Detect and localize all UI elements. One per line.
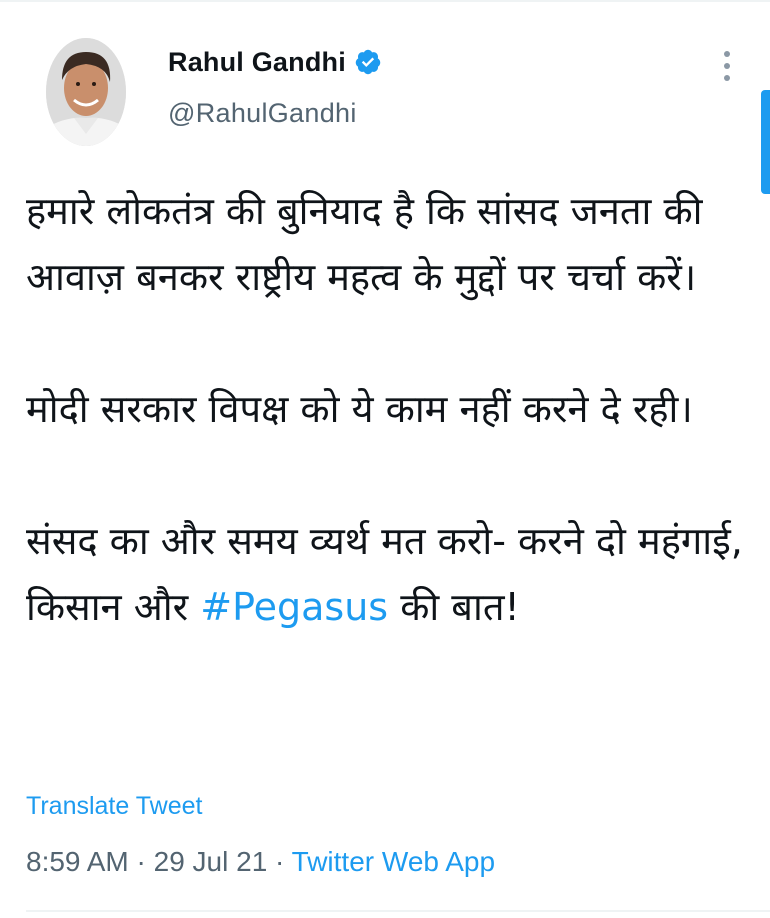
tweet-paragraph: हमारे लोकतंत्र की बुनियाद है कि सांसद जन… xyxy=(26,189,703,299)
author-handle[interactable]: @RahulGandhi xyxy=(168,98,382,129)
top-divider xyxy=(0,0,770,2)
translate-tweet-link[interactable]: Translate Tweet xyxy=(26,792,202,821)
bottom-divider xyxy=(26,910,770,912)
more-options-icon[interactable] xyxy=(712,46,742,86)
hashtag-link[interactable]: #Pegasus xyxy=(200,585,388,629)
avatar[interactable] xyxy=(46,38,126,146)
meta-separator: · xyxy=(136,846,146,877)
author-display-name[interactable]: Rahul Gandhi xyxy=(168,47,346,78)
more-dot xyxy=(724,75,730,81)
scrollbar[interactable] xyxy=(761,90,770,194)
tweet-paragraph: मोदी सरकार विपक्ष को ये काम नहीं करने दे… xyxy=(26,387,693,431)
tweet-text-segment: की बात! xyxy=(388,585,520,629)
verified-badge-icon xyxy=(354,48,382,76)
tweet-text: हमारे लोकतंत्र की बुनियाद है कि सांसद जन… xyxy=(26,178,756,640)
tweet-header: Rahul Gandhi @RahulGandhi xyxy=(168,42,382,129)
tweet-paragraph: संसद का और समय व्यर्थ मत करो- करने दो मह… xyxy=(26,508,756,640)
avatar-image xyxy=(46,38,126,146)
tweet-date[interactable]: 29 Jul 21 xyxy=(154,846,268,877)
tweet-metadata: 8:59 AM · 29 Jul 21 · Twitter Web App xyxy=(26,846,495,878)
meta-separator: · xyxy=(275,846,285,877)
tweet-source-link[interactable]: Twitter Web App xyxy=(292,846,495,877)
more-dot xyxy=(724,51,730,57)
tweet-time[interactable]: 8:59 AM xyxy=(26,846,129,877)
more-dot xyxy=(724,63,730,69)
author-name-row: Rahul Gandhi xyxy=(168,42,382,82)
